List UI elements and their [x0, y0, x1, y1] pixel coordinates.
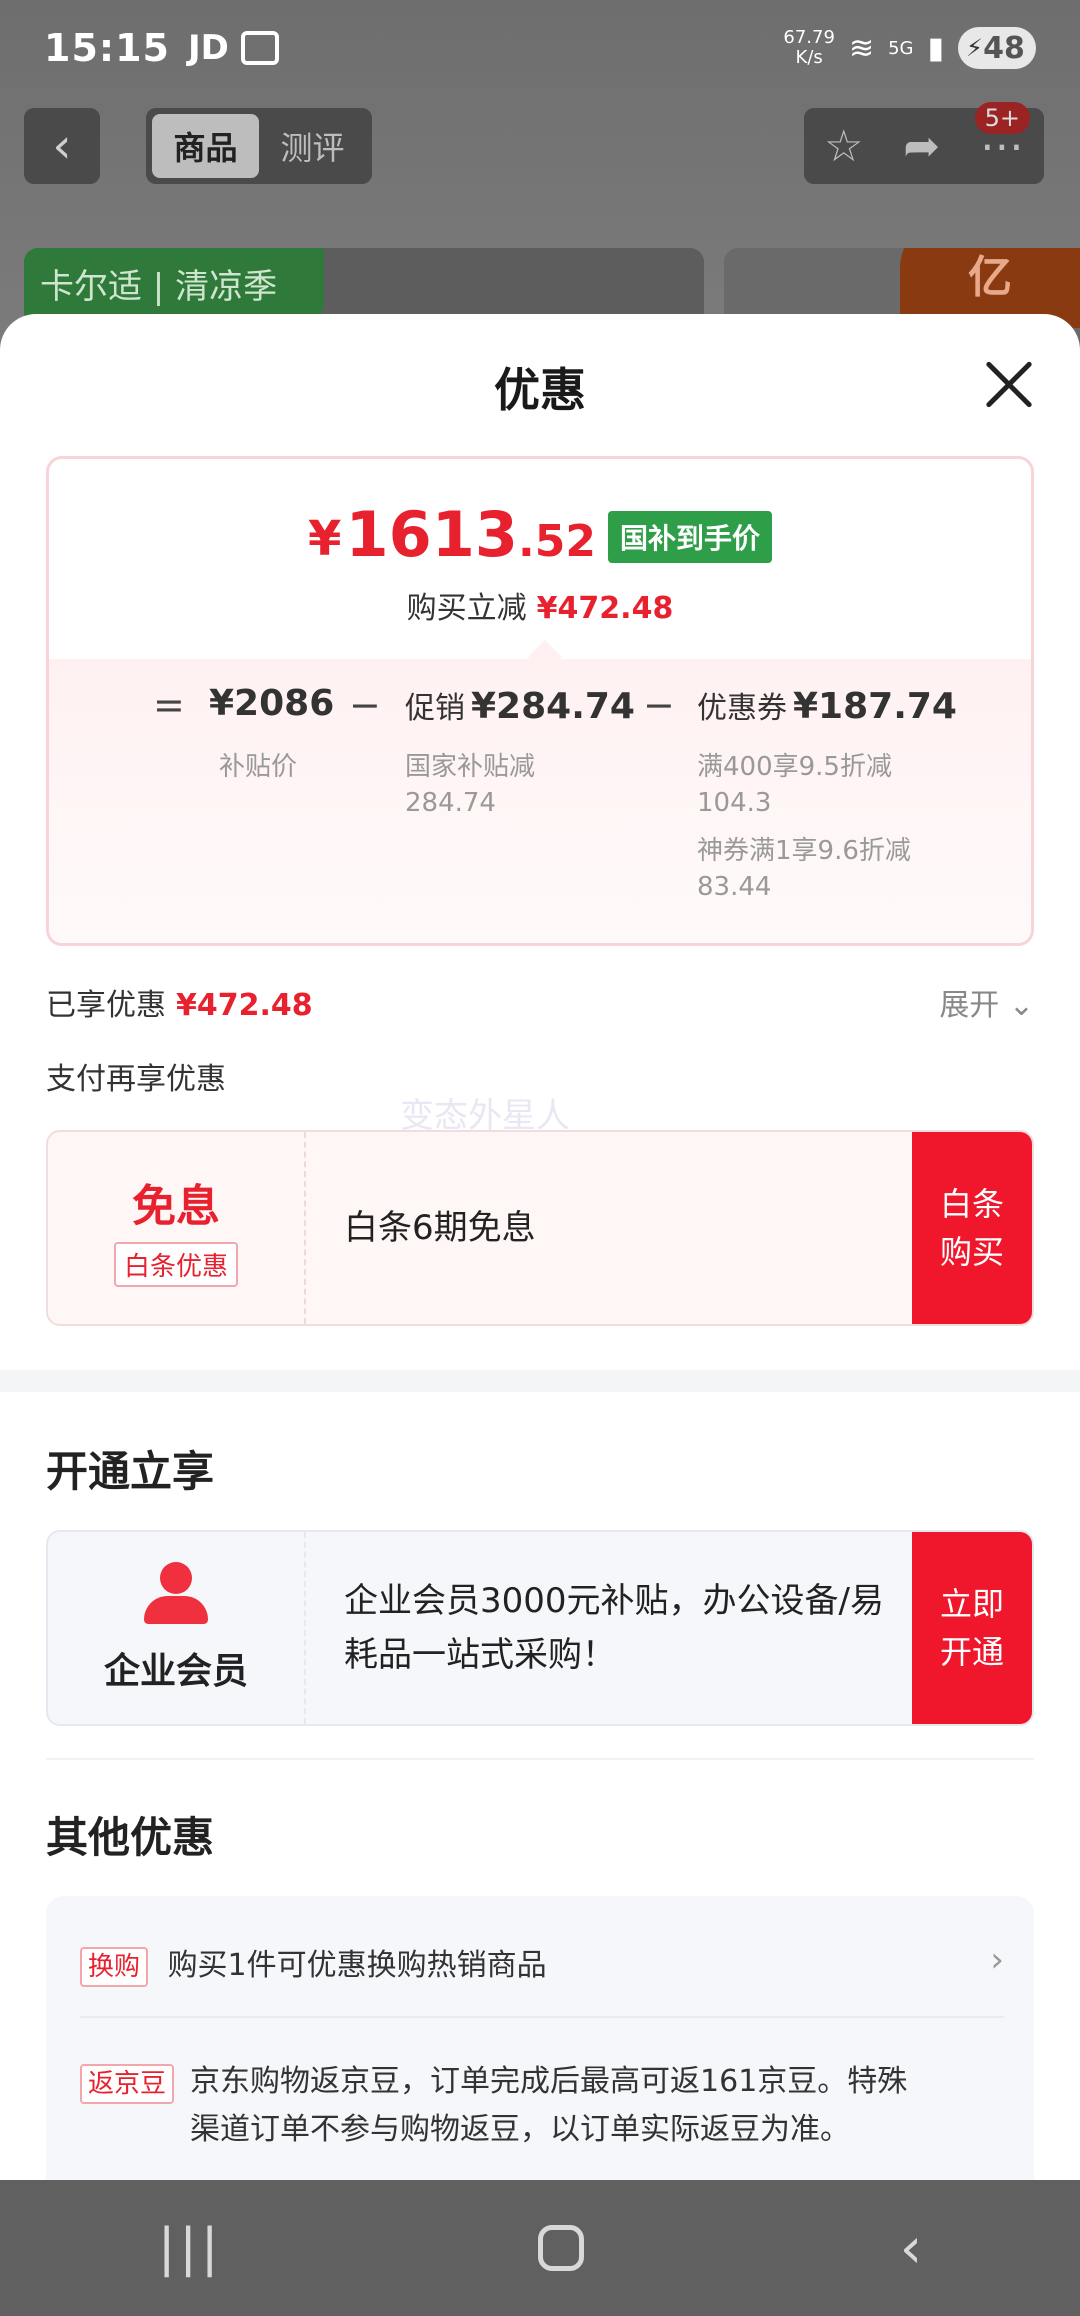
sheet-title: 优惠: [494, 363, 586, 417]
network-type: 5G: [888, 37, 914, 59]
status-time: 15:15: [44, 26, 170, 70]
reduce-label: 购买立减: [406, 591, 527, 626]
baitiao-offer-left: 免息 白条优惠: [48, 1132, 306, 1324]
bolt-icon: ⚡: [966, 34, 983, 62]
system-nav-bar: ||| ‹: [0, 2180, 1080, 2316]
home-icon[interactable]: [538, 2225, 585, 2271]
section-divider: [0, 1370, 1080, 1392]
minus-sign: −: [643, 683, 675, 727]
close-icon[interactable]: [982, 358, 1034, 410]
jingdou-text-line2: 渠道订单不参与购物返豆，以订单实际返豆为准。: [190, 2112, 851, 2147]
member-text: 企业会员3000元补贴，办公设备/易耗品一站式采购！: [344, 1581, 884, 1675]
share-icon[interactable]: ➦: [903, 121, 940, 172]
chevron-down-icon: ⌄: [1008, 988, 1034, 1023]
net-speed-value: 67.79: [783, 27, 835, 48]
member-open-button[interactable]: 立即 开通: [912, 1532, 1032, 1724]
member-offer-card: 企业会员 企业会员3000元补贴，办公设备/易耗品一站式采购！ 立即 开通: [46, 1530, 1034, 1726]
base-value: ¥2086: [209, 683, 335, 724]
enjoyed-amount: ¥472.48: [176, 988, 313, 1023]
brand-label: 卡尔适 | 清凉季: [24, 248, 324, 318]
pay-discount-label: 支付再享优惠: [46, 1062, 226, 1097]
top-nav: ‹ 商品 测评 ☆ ➦ ⋯ 5+: [0, 102, 1080, 184]
price-card: ¥ 1613 .52 国补到手价 购买立减 ¥472.48 = ¥2086 补贴价…: [46, 456, 1034, 946]
status-indicators: 67.79 K/s ≋ 5G ▮ ⚡ 48: [783, 27, 1036, 69]
promo-sub-label: 国家补贴减: [405, 752, 536, 782]
coupon-title: 优惠券 ¥187.74: [697, 683, 957, 727]
price-summary: ¥ 1613 .52 国补到手价 购买立减 ¥472.48: [49, 459, 1031, 659]
member-offer-left: 企业会员: [48, 1532, 306, 1724]
base-label: 补贴价: [219, 752, 298, 782]
top-actions: ☆ ➦ ⋯ 5+: [804, 102, 1044, 184]
net-speed: 67.79 K/s: [783, 28, 835, 68]
top-tabs: 商品 测评: [146, 108, 372, 184]
coupon-sub-2: 104.3: [697, 788, 772, 818]
expand-label: 展开: [939, 988, 1000, 1023]
coupon-sub-3: 神券满1享9.6折减: [697, 836, 911, 866]
promo-title: 促销 ¥284.74: [405, 683, 635, 727]
baitiao-text: 白条6期免息: [344, 1208, 536, 1248]
price-integer: 1613: [345, 498, 518, 571]
signal-icon: ▮: [927, 30, 944, 66]
back-button[interactable]: ‹: [24, 108, 100, 184]
baitiao-button-line1: 白条: [939, 1185, 1004, 1223]
final-price: ¥ 1613 .52 国补到手价: [49, 499, 1031, 571]
member-label: 企业会员: [103, 1651, 248, 1692]
jingdou-text-line1: 京东购物返京豆，订单完成后最高可返161京豆。特殊: [190, 2064, 908, 2099]
star-icon[interactable]: ☆: [824, 121, 863, 172]
message-badge: 5+: [974, 102, 1030, 134]
recents-icon[interactable]: |||: [158, 2218, 223, 2278]
price-breakdown: = ¥2086 补贴价 − 促销 ¥284.74 国家补贴减 284.74 − 优…: [49, 659, 1031, 943]
list-item-exchange[interactable]: 换购 购买1件可优惠换购热销商品 ›: [80, 1940, 1004, 1987]
member-button-line1: 立即: [939, 1585, 1004, 1623]
discount-sheet: 优惠 ¥ 1613 .52 国补到手价 购买立减 ¥472.48 = ¥2086 …: [0, 314, 1080, 2180]
exchange-tag: 换购: [80, 1946, 149, 1987]
baitiao-offer-card: 免息 白条优惠 白条6期免息 白条 购买: [46, 1130, 1034, 1326]
wifi-icon: ≋: [848, 30, 875, 66]
other-offers: 换购 购买1件可优惠换购热销商品 › 返京豆 京东购物返京豆，订单完成后最高可返…: [46, 1896, 1034, 2180]
enjoyed-label: 已享优惠: [46, 988, 166, 1023]
person-icon: [144, 1562, 208, 1624]
enjoyed-discount-row: 已享优惠 ¥472.48 展开 ⌄: [46, 980, 1034, 1028]
other-section-title: 其他优惠: [46, 1813, 215, 1862]
coupon-sub-1: 满400享9.5折减: [697, 752, 892, 782]
battery-indicator: ⚡ 48: [958, 27, 1036, 69]
coupon-label: 优惠券: [697, 691, 787, 726]
exchange-text: 购买1件可优惠换购热销商品: [167, 1948, 547, 1983]
price-currency: ¥: [308, 511, 342, 567]
coupon-value: ¥187.74: [793, 686, 957, 727]
tab-review[interactable]: 测评: [259, 114, 366, 178]
reduce-amount: ¥472.48: [536, 591, 674, 626]
list-separator: [80, 2016, 1004, 2018]
coupon-sub-4: 83.44: [697, 872, 772, 902]
chevron-right-icon: ›: [990, 1940, 1004, 1980]
member-button-line2: 开通: [939, 1633, 1004, 1671]
status-carrier: JD: [187, 28, 229, 68]
baitiao-tag: 白条优惠: [113, 1241, 238, 1287]
open-section-title: 开通立享: [46, 1447, 215, 1496]
battery-level: 48: [983, 30, 1025, 66]
promo-label: 促销: [405, 691, 465, 726]
equal-sign: =: [153, 683, 185, 727]
price-tag: 国补到手价: [607, 511, 772, 563]
promo-value: ¥284.74: [471, 686, 635, 727]
price-decimal: .52: [518, 516, 596, 567]
net-speed-unit: K/s: [795, 47, 823, 68]
baitiao-main: 免息: [132, 1180, 220, 1232]
expand-toggle[interactable]: 展开 ⌄: [939, 980, 1034, 1024]
minus-sign: −: [349, 683, 381, 727]
system-back-icon[interactable]: ‹: [900, 2216, 922, 2281]
back-icon: ‹: [52, 118, 72, 174]
status-bar: 15:15 JD 67.79 K/s ≋ 5G ▮ ⚡ 48: [0, 0, 1080, 96]
baitiao-button-line2: 购买: [939, 1233, 1004, 1271]
scan-icon: [240, 31, 279, 65]
promo-sub-value: 284.74: [405, 788, 496, 818]
tab-goods[interactable]: 商品: [152, 114, 259, 178]
baitiao-buy-button[interactable]: 白条 购买: [912, 1132, 1032, 1324]
divider-line: [46, 1758, 1034, 1760]
jingdou-tag: 返京豆: [80, 2064, 175, 2104]
list-item-jingdou: 返京豆 京东购物返京豆，订单完成后最高可返161京豆。特殊 渠道订单不参与购物返…: [80, 2064, 1004, 2154]
reduce-line: 购买立减 ¥472.48: [49, 583, 1031, 627]
